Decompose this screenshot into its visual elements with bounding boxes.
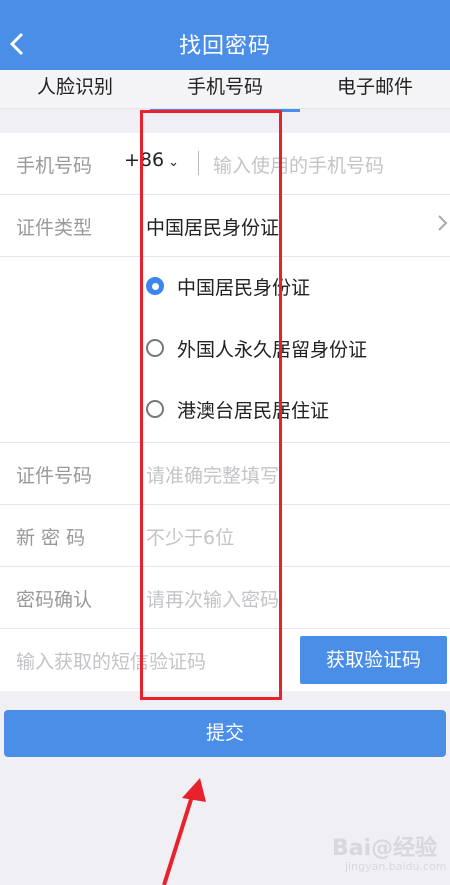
phone-label: 手机号码 [16,155,93,177]
new-password-input[interactable]: 不少于6位 [146,523,234,550]
watermark-url: jingyan.baidu.com [345,860,447,873]
id-type-label: 证件类型 [16,217,93,239]
radio-label: 港澳台居民居住证 [177,399,330,422]
radio-unchecked-icon [146,400,164,418]
app-header: 找回密码 [0,0,450,70]
phone-input[interactable]: 输入使用的手机号码 [213,151,384,178]
confirm-password-input[interactable]: 请再次输入密码 [146,585,279,612]
annotation-arrow-icon [162,778,206,885]
new-password-row: 新 密 码 不少于6位 [0,505,450,567]
sms-row: 输入获取的短信验证码 获取验证码 [0,629,450,691]
radio-option-cn-id[interactable]: 中国居民身份证 [146,271,310,301]
radio-label: 中国居民身份证 [177,276,311,299]
chevron-down-icon: ⌄ [168,155,180,170]
sms-code-input[interactable]: 输入获取的短信验证码 [16,647,206,674]
chevron-right-icon [438,215,448,231]
tab-face-recognition[interactable]: 人脸识别 [0,70,150,108]
id-type-value: 中国居民身份证 [146,217,280,239]
tab-email[interactable]: 电子邮件 [300,70,450,108]
radio-checked-icon [146,277,164,295]
phone-row: 手机号码 +86 ⌄ 输入使用的手机号码 [0,133,450,195]
id-number-label: 证件号码 [16,465,93,487]
divider [198,151,199,175]
radio-label: 外国人永久居留身份证 [177,338,368,361]
id-number-row: 证件号码 请准确完整填写 [0,443,450,505]
new-password-label: 新 密 码 [16,527,86,549]
country-code-value: +86 [124,149,165,171]
get-code-button[interactable]: 获取验证码 [300,636,447,684]
submit-button[interactable]: 提交 [4,710,446,757]
country-code-select[interactable]: +86 ⌄ [124,149,179,171]
id-number-input[interactable]: 请准确完整填写 [146,461,279,488]
recovery-form: 手机号码 +86 ⌄ 输入使用的手机号码 证件类型 中国居民身份证 中国居民身份证… [0,133,450,691]
confirm-password-row: 密码确认 请再次输入密码 [0,567,450,629]
radio-option-foreigner-id[interactable]: 外国人永久居留身份证 [146,333,367,363]
id-type-radio-group: 中国居民身份证 外国人永久居留身份证 港澳台居民居住证 [0,257,450,443]
confirm-password-label: 密码确认 [16,589,93,611]
page-title: 找回密码 [178,34,271,59]
tab-phone-number[interactable]: 手机号码 [150,70,300,112]
radio-option-hk-macau-tw-permit[interactable]: 港澳台居民居住证 [146,394,329,424]
id-type-row[interactable]: 证件类型 中国居民身份证 [0,195,450,257]
watermark-logo: Bai@经验 [332,836,438,861]
tab-bar: 人脸识别 手机号码 电子邮件 [0,70,450,112]
radio-unchecked-icon [146,339,164,357]
